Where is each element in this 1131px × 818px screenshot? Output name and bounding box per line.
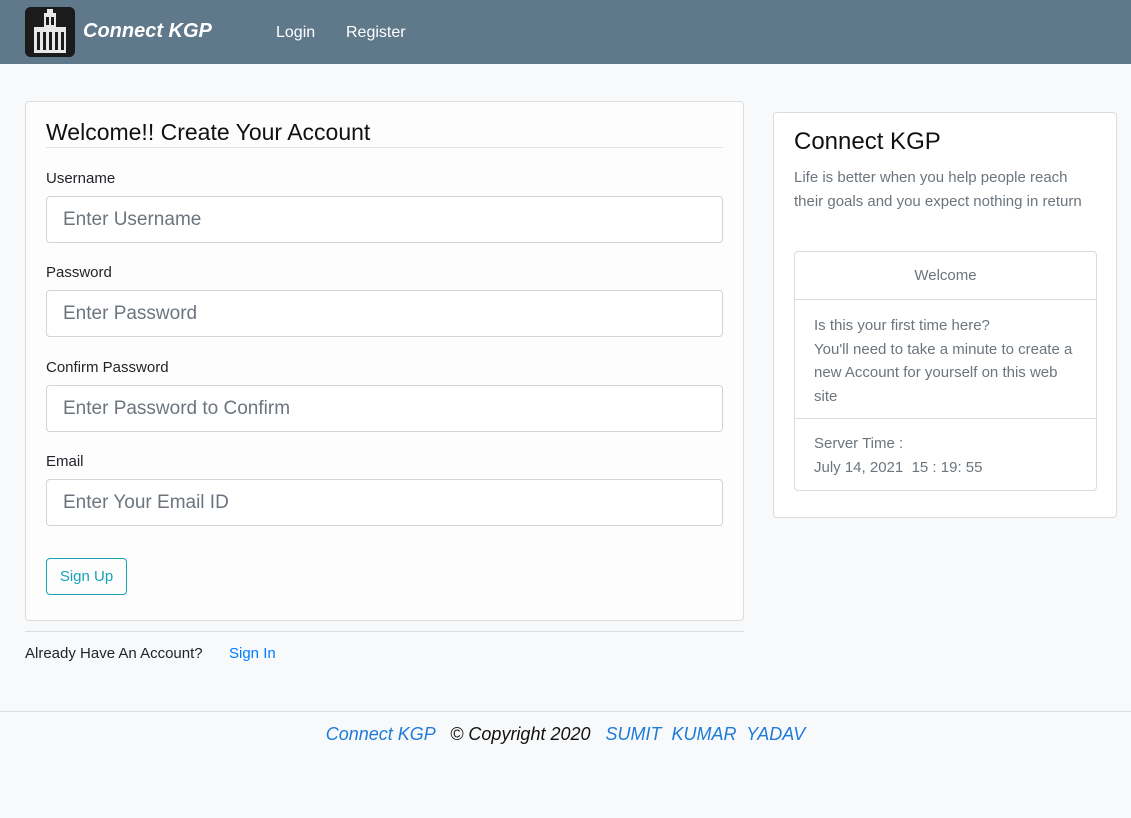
already-have-account-text: Already Have An Account?	[25, 645, 203, 662]
nav-register-link[interactable]: Register	[346, 24, 406, 42]
email-label: Email	[46, 453, 84, 470]
welcome-card-header: Welcome	[795, 252, 1096, 300]
password-input[interactable]	[46, 290, 723, 337]
password-label: Password	[46, 264, 112, 281]
divider	[46, 147, 723, 148]
info-card: Connect KGP Life is better when you help…	[773, 112, 1117, 518]
server-time-block: Server Time : July 14, 2021 15 : 19: 55	[814, 432, 1079, 479]
username-input[interactable]	[46, 196, 723, 243]
navbar: Connect KGP Login Register	[0, 0, 1131, 64]
confirm-password-label: Confirm Password	[46, 359, 169, 376]
server-time-label: Server Time :	[814, 435, 904, 452]
signup-card: Welcome!! Create Your Account Username P…	[25, 101, 744, 621]
welcome-line-2: You'll need to take a minute to create a…	[814, 340, 1073, 405]
email-input[interactable]	[46, 479, 723, 526]
footer-author-link[interactable]: SUMIT KUMAR YADAV	[606, 724, 806, 744]
signup-title: Welcome!! Create Your Account	[46, 119, 371, 145]
divider	[25, 631, 744, 632]
divider	[795, 418, 1096, 419]
server-time-value: July 14, 2021 15 : 19: 55	[814, 458, 983, 476]
welcome-card: Welcome Is this your first time here? Yo…	[794, 251, 1097, 491]
footer-site-link[interactable]: Connect KGP	[326, 724, 435, 744]
welcome-line-1: Is this your first time here?	[814, 317, 990, 334]
sign-up-button[interactable]: Sign Up	[46, 558, 127, 595]
footer-divider	[0, 711, 1131, 712]
welcome-card-body: Is this your first time here? You'll nee…	[814, 314, 1079, 408]
footer-copyright: © Copyright 2020	[450, 724, 591, 744]
nav-login-link[interactable]: Login	[276, 24, 315, 42]
confirm-password-input[interactable]	[46, 385, 723, 432]
sign-in-link[interactable]: Sign In	[229, 645, 276, 662]
info-card-title: Connect KGP	[794, 128, 941, 155]
building-logo-icon[interactable]	[25, 7, 75, 57]
username-label: Username	[46, 170, 116, 187]
brand-name[interactable]: Connect KGP	[83, 20, 212, 43]
footer: Connect KGP © Copyright 2020 SUMIT KUMAR…	[0, 724, 1131, 745]
info-card-quote: Life is better when you help people reac…	[794, 169, 1082, 210]
